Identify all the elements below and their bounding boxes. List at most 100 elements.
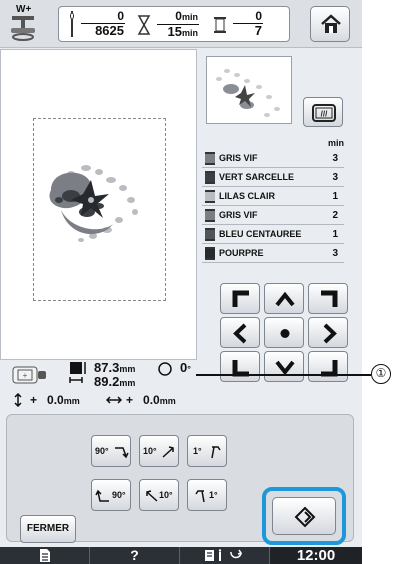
help-label: ? [130, 547, 139, 563]
thread-name: BLEU CENTAUREE [219, 229, 302, 239]
stitches-total: 8625 [95, 23, 124, 38]
rotate-right-tiny-icon [211, 446, 221, 459]
center-dot-icon [280, 329, 290, 338]
callout-line [196, 374, 371, 376]
rotate-right-10-button[interactable]: 10° [139, 435, 179, 467]
rotate-right-small-icon [162, 446, 174, 458]
move-left-button[interactable] [220, 317, 260, 348]
svg-text:///: /// [321, 110, 328, 119]
vertical-offset-sign: + [30, 393, 38, 407]
rotate-right-1-button[interactable]: 1° [187, 435, 227, 467]
chevron-right-icon [323, 323, 337, 344]
home-icon [321, 14, 341, 33]
rotate-right-icon [115, 447, 129, 459]
status-bar: ? 12:00 [0, 547, 362, 564]
embroidery-preview[interactable] [0, 49, 197, 360]
home-button[interactable] [310, 6, 350, 42]
thread-row[interactable]: BLEU CENTAUREE 1 [202, 225, 344, 244]
thread-minutes: 3 [332, 248, 338, 259]
rotation-angle: 0° [180, 360, 191, 375]
rotation-angle-icon [158, 362, 172, 376]
corner-up-right-icon [321, 290, 338, 307]
size-unit: mm [119, 378, 136, 388]
move-up-left-button[interactable] [220, 283, 260, 314]
move-up-button[interactable] [264, 283, 304, 314]
thread-name: GRIS VIF [219, 210, 258, 220]
corner-down-left-icon [232, 360, 249, 377]
close-button[interactable]: FERMER [20, 515, 76, 543]
horizontal-offset: + 0.0mm [126, 393, 176, 407]
chevron-down-icon [275, 360, 295, 376]
confirm-diamond-icon [294, 506, 316, 528]
thread-spool-icon [205, 152, 215, 165]
thread-name: LILAS CLAIR [219, 191, 275, 201]
rotate-right-90-button[interactable]: 90° [91, 435, 131, 467]
rotate-right-1-label: 1° [193, 446, 202, 456]
time-done: 0 [175, 9, 182, 23]
help-button[interactable]: ? [90, 547, 180, 564]
design-size-icon [69, 362, 86, 383]
colors-done: 0 [233, 9, 263, 24]
offset-unit: mm [159, 396, 176, 406]
design-width-value: 89.2 [94, 374, 120, 389]
chevron-up-icon [275, 291, 295, 307]
thread-minutes: 2 [332, 210, 338, 221]
horizontal-offset-value: 0.0 [143, 393, 160, 407]
settings-button[interactable] [180, 547, 270, 564]
svg-text:+: + [23, 371, 28, 380]
time-unit: min [181, 12, 198, 22]
rotate-left-10-button[interactable]: 10° [139, 479, 179, 511]
rotate-left-icon [95, 489, 109, 502]
move-down-button[interactable] [264, 351, 304, 382]
frame-display-button[interactable]: /// [303, 97, 343, 127]
vertical-offset-icon [14, 393, 22, 407]
thread-name: GRIS VIF [219, 153, 258, 163]
chevron-left-icon [233, 323, 247, 344]
thread-minutes: 1 [332, 229, 338, 240]
move-right-button[interactable] [308, 317, 348, 348]
thread-minutes: 3 [332, 172, 338, 183]
move-up-right-button[interactable] [308, 283, 348, 314]
thread-minutes: 3 [332, 153, 338, 164]
thread-spool-icon [205, 228, 215, 241]
hoop-size-icon: + [12, 366, 46, 384]
embroidery-frame-icon: /// [312, 104, 336, 122]
thread-color-list[interactable]: GRIS VIF 3 VERT SARCELLE 3 LILAS CLAIR 1… [202, 149, 344, 263]
rotate-left-small-icon [146, 490, 158, 502]
presser-foot-icon: W+ [8, 4, 38, 42]
document-icon [39, 549, 50, 562]
move-down-right-button[interactable] [308, 351, 348, 382]
thread-row[interactable]: VERT SARCELLE 3 [202, 168, 344, 187]
thread-row[interactable]: GRIS VIF 3 [202, 149, 344, 168]
rotate-left-10-label: 10° [159, 490, 173, 500]
manual-button[interactable] [0, 547, 90, 564]
thread-name: VERT SARCELLE [219, 172, 295, 182]
rotate-left-90-button[interactable]: 90° [91, 479, 131, 511]
minutes-column-header: min [328, 138, 345, 148]
thread-row[interactable]: GRIS VIF 2 [202, 206, 344, 225]
thread-row[interactable]: POURPRE 3 [202, 244, 344, 263]
thread-spool-icon [205, 190, 215, 203]
size-unit: mm [119, 364, 136, 374]
design-width: 89.2mm [94, 374, 135, 389]
time-total: 15 [167, 24, 182, 39]
rotate-right-90-label: 90° [95, 446, 109, 456]
rotate-left-1-button[interactable]: 1° [187, 479, 227, 511]
clock: 12:00 [270, 547, 362, 564]
ok-button[interactable] [272, 497, 336, 535]
time-unit-total: min [181, 28, 198, 38]
thread-name: POURPRE [219, 248, 264, 258]
corner-down-right-icon [321, 360, 338, 377]
rotate-left-1-label: 1° [209, 490, 218, 500]
time-counter: 0min 15min [157, 9, 199, 40]
embroidery-design-image [49, 165, 138, 242]
rotate-left-90-label: 90° [112, 490, 126, 500]
thread-spool-icon [214, 17, 226, 33]
thread-row[interactable]: LILAS CLAIR 1 [202, 187, 344, 206]
horizontal-offset-sign: + [126, 393, 134, 407]
center-button[interactable] [264, 317, 304, 348]
move-down-left-button[interactable] [220, 351, 260, 382]
stitch-counter: 0 8625 [81, 9, 125, 38]
vertical-offset: + 0.0mm [30, 393, 80, 407]
needle-icon [70, 11, 74, 37]
